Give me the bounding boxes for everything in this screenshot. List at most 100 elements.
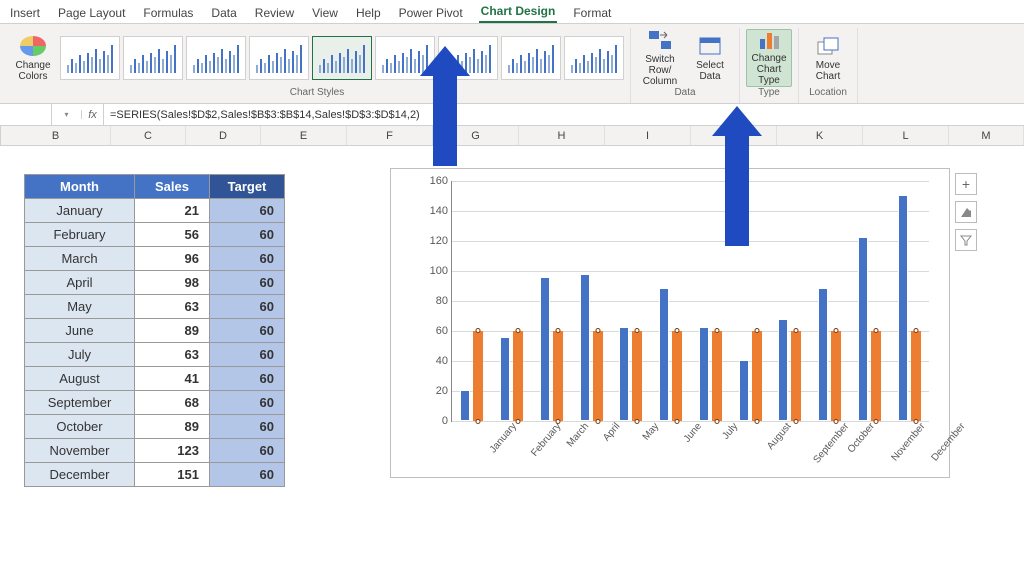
move-chart-button[interactable]: Move Chart	[805, 29, 851, 87]
bar-sales[interactable]	[778, 319, 788, 421]
table-cell[interactable]: 60	[210, 247, 285, 271]
chart-style-thumb[interactable]	[501, 36, 561, 80]
chart-elements-button[interactable]: +	[955, 173, 977, 195]
table-cell[interactable]: 60	[210, 343, 285, 367]
chart-style-thumb[interactable]	[186, 36, 246, 80]
bar-target[interactable]	[513, 331, 523, 421]
tab-page-layout[interactable]: Page Layout	[56, 2, 127, 23]
plot-area[interactable]: 020406080100120140160	[451, 181, 929, 422]
table-cell[interactable]: June	[25, 319, 135, 343]
tab-data[interactable]: Data	[209, 2, 238, 23]
column-header[interactable]: M	[949, 126, 1024, 145]
chart-style-thumb[interactable]	[60, 36, 120, 80]
column-header[interactable]: E	[261, 126, 347, 145]
table-cell[interactable]: September	[25, 391, 135, 415]
table-cell[interactable]: 151	[135, 463, 210, 487]
bar-group[interactable]	[898, 181, 921, 421]
table-cell[interactable]: November	[25, 439, 135, 463]
table-cell[interactable]: 63	[135, 343, 210, 367]
column-header[interactable]: D	[186, 126, 261, 145]
table-cell[interactable]: 56	[135, 223, 210, 247]
table-cell[interactable]: 63	[135, 295, 210, 319]
bar-sales[interactable]	[659, 288, 669, 422]
bar-target[interactable]	[473, 331, 483, 421]
bar-target[interactable]	[831, 331, 841, 421]
bar-sales[interactable]	[739, 360, 749, 422]
bar-sales[interactable]	[580, 274, 590, 421]
tab-power-pivot[interactable]: Power Pivot	[397, 2, 465, 23]
table-cell[interactable]: 60	[210, 463, 285, 487]
bar-sales[interactable]	[858, 237, 868, 422]
table-cell[interactable]: December	[25, 463, 135, 487]
bar-group[interactable]	[778, 181, 801, 421]
chart-styles-button[interactable]	[955, 201, 977, 223]
tab-help[interactable]: Help	[354, 2, 383, 23]
tab-chart-design[interactable]: Chart Design	[479, 0, 558, 23]
bar-target[interactable]	[791, 331, 801, 421]
tab-insert[interactable]: Insert	[8, 2, 42, 23]
chart-style-gallery[interactable]	[60, 36, 624, 80]
table-cell[interactable]: 89	[135, 319, 210, 343]
table-cell[interactable]: 60	[210, 223, 285, 247]
bar-group[interactable]	[858, 181, 881, 421]
bar-target[interactable]	[672, 331, 682, 421]
table-cell[interactable]: 60	[210, 367, 285, 391]
column-header[interactable]: H	[519, 126, 605, 145]
change-colors-button[interactable]: Change Colors	[10, 29, 56, 87]
table-cell[interactable]: January	[25, 199, 135, 223]
table-cell[interactable]: May	[25, 295, 135, 319]
bar-sales[interactable]	[818, 288, 828, 422]
table-cell[interactable]: July	[25, 343, 135, 367]
bar-sales[interactable]	[460, 390, 470, 422]
column-header[interactable]: L	[863, 126, 949, 145]
table-cell[interactable]: February	[25, 223, 135, 247]
tab-review[interactable]: Review	[253, 2, 296, 23]
table-cell[interactable]: 41	[135, 367, 210, 391]
column-header[interactable]: B	[1, 126, 111, 145]
bar-target[interactable]	[752, 331, 762, 421]
table-cell[interactable]: 123	[135, 439, 210, 463]
bar-group[interactable]	[818, 181, 841, 421]
name-box[interactable]	[0, 104, 52, 125]
bar-target[interactable]	[632, 331, 642, 421]
column-header[interactable]: I	[605, 126, 691, 145]
table-cell[interactable]: 96	[135, 247, 210, 271]
bar-sales[interactable]	[540, 277, 550, 421]
bar-target[interactable]	[871, 331, 881, 421]
table-cell[interactable]: 98	[135, 271, 210, 295]
switch-row-column-button[interactable]: Switch Row/ Column	[637, 29, 683, 87]
table-cell[interactable]: 60	[210, 199, 285, 223]
table-cell[interactable]: 60	[210, 391, 285, 415]
table-cell[interactable]: 89	[135, 415, 210, 439]
bar-sales[interactable]	[619, 327, 629, 422]
chart-style-thumb[interactable]	[564, 36, 624, 80]
table-cell[interactable]: 60	[210, 271, 285, 295]
table-cell[interactable]: August	[25, 367, 135, 391]
bar-group[interactable]	[460, 181, 483, 421]
tab-view[interactable]: View	[310, 2, 340, 23]
table-cell[interactable]: 21	[135, 199, 210, 223]
table-cell[interactable]: October	[25, 415, 135, 439]
bar-target[interactable]	[553, 331, 563, 421]
bar-group[interactable]	[500, 181, 523, 421]
chart-object[interactable]: 020406080100120140160 JanuaryFebruaryMar…	[390, 168, 950, 478]
chart-style-thumb[interactable]	[249, 36, 309, 80]
bar-target[interactable]	[712, 331, 722, 421]
chart-style-thumb[interactable]	[123, 36, 183, 80]
bar-group[interactable]	[540, 181, 563, 421]
bar-sales[interactable]	[500, 337, 510, 421]
bar-sales[interactable]	[898, 195, 908, 422]
bar-group[interactable]	[580, 181, 603, 421]
chart-style-thumb[interactable]	[312, 36, 372, 80]
table-cell[interactable]: 60	[210, 439, 285, 463]
column-header[interactable]: K	[777, 126, 863, 145]
worksheet[interactable]: MonthSalesTarget January2160February5660…	[0, 146, 1024, 576]
bar-group[interactable]	[659, 181, 682, 421]
bar-target[interactable]	[911, 331, 921, 421]
bar-group[interactable]	[619, 181, 642, 421]
table-cell[interactable]: 60	[210, 415, 285, 439]
table-cell[interactable]: 60	[210, 319, 285, 343]
tab-format[interactable]: Format	[571, 2, 613, 23]
change-chart-type-button[interactable]: Change Chart Type	[746, 29, 792, 87]
bar-target[interactable]	[593, 331, 603, 421]
